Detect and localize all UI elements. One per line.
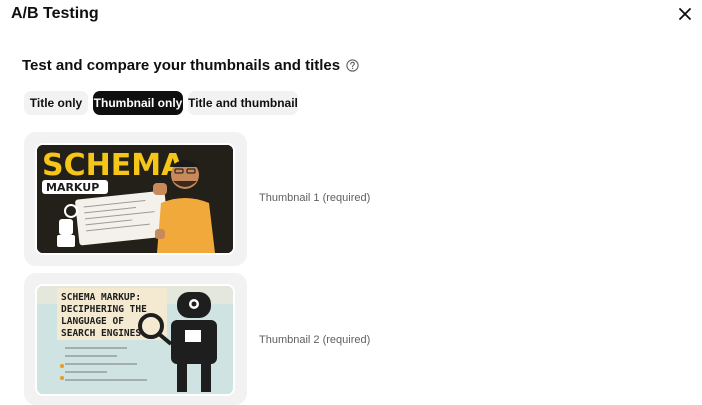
section-heading: Test and compare your thumbnails and tit… [22, 57, 359, 74]
thumbnail-1-label: Thumbnail 1 (required) [259, 192, 371, 204]
dialog-header: A/B Testing [0, 0, 702, 30]
tab-title-only[interactable]: Title only [24, 91, 88, 115]
thumbnail-image-1[interactable]: SCHEMA MARKUP [35, 143, 235, 255]
close-icon [679, 8, 691, 20]
thumbnail-card-1[interactable]: SCHEMA MARKUP [24, 132, 247, 266]
thumbnail-2-label: Thumbnail 2 (required) [259, 334, 371, 346]
thumb2-line1: SCHEMA MARKUP: [61, 292, 141, 303]
thumbnail-card-2[interactable]: SCHEMA MARKUP: DECIPHERING THE LANGUAGE … [24, 273, 247, 405]
thumb1-headline: SCHEMA [42, 148, 185, 183]
section-heading-text: Test and compare your thumbnails and tit… [22, 57, 341, 74]
thumb2-line2: DECIPHERING THE [61, 304, 147, 315]
tab-title-and-thumbnail[interactable]: Title and thumbnail [188, 91, 298, 115]
dialog-title: A/B Testing [11, 5, 99, 22]
close-button[interactable] [674, 3, 696, 25]
thumbnail-image-2[interactable]: SCHEMA MARKUP: DECIPHERING THE LANGUAGE … [35, 284, 235, 396]
help-icon[interactable] [346, 59, 359, 72]
thumb2-line4: SEARCH ENGINES [61, 328, 141, 339]
tab-thumbnail-only[interactable]: Thumbnail only [93, 91, 183, 115]
thumb1-subheadline: MARKUP [46, 181, 99, 194]
thumb2-line3: LANGUAGE OF [61, 316, 124, 327]
